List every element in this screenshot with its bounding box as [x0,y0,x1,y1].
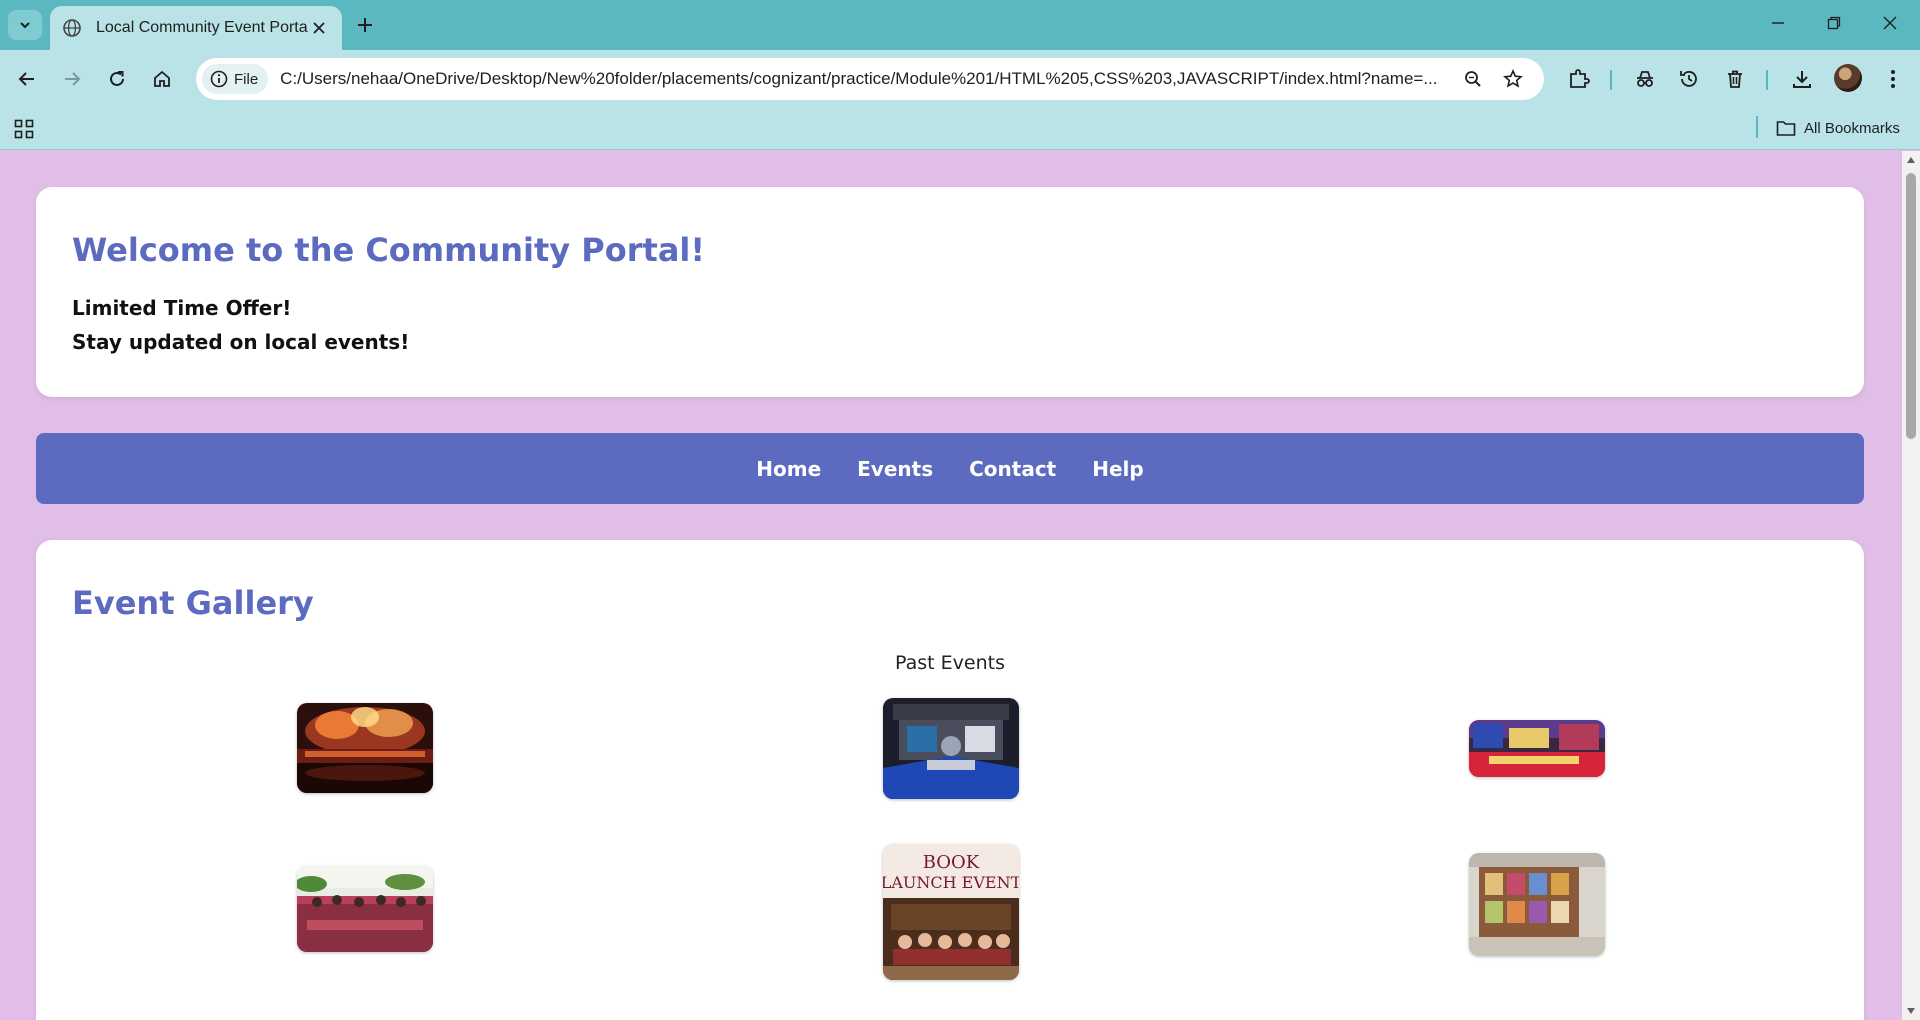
bookmarks-separator [1756,116,1758,138]
arrow-left-icon [18,72,34,86]
delete-button[interactable] [1718,62,1752,96]
close-icon [1883,16,1897,30]
chevron-down-icon [20,22,30,29]
bookmarks-bar: All Bookmarks [0,108,1920,150]
main-nav: Home Events Contact Help [36,433,1864,504]
new-tab-button[interactable] [350,10,380,40]
menu-button[interactable] [1876,62,1910,96]
apps-grid-icon[interactable] [14,119,34,139]
toolbar-separator [1610,70,1612,90]
trash-icon [1728,70,1742,88]
reload-icon [110,71,124,86]
home-button[interactable] [145,62,179,96]
extensions-button[interactable] [1562,62,1596,96]
nav-link-events[interactable]: Events [857,457,933,481]
history-icon [1680,71,1697,87]
site-info-chip[interactable]: File [202,64,269,94]
concert-fireworks-image[interactable] [297,703,433,793]
page-scrollbar[interactable] [1902,151,1920,1020]
gallery-heading: Event Gallery [72,584,314,622]
scroll-up-icon[interactable] [1906,155,1916,165]
tab-close-button[interactable] [308,17,330,39]
nav-link-contact[interactable]: Contact [969,457,1056,481]
tab-strip: Local Community Event Portal [0,0,1920,50]
book-launch-image[interactable]: BOOK LAUNCH EVENT [883,844,1019,980]
scroll-down-icon[interactable] [1906,1006,1916,1016]
more-vertical-icon [1891,70,1895,88]
history-button[interactable] [1672,62,1706,96]
nav-link-home[interactable]: Home [756,457,821,481]
address-bar[interactable]: File C:/Users/nehaa/OneDrive/Desktop/New… [196,58,1544,100]
download-icon [1793,71,1811,88]
page-viewport: Welcome to the Community Portal! Limited… [0,151,1902,1020]
festival-crowd-image[interactable] [297,866,433,952]
close-window-button[interactable] [1862,0,1918,46]
book-sign-line2: LAUNCH EVENT [883,873,1019,892]
active-tab[interactable]: Local Community Event Portal [50,6,342,50]
bookmark-star-button[interactable] [1500,66,1526,92]
plus-icon [358,18,372,32]
tab-search-button[interactable] [8,10,42,40]
globe-icon [63,19,81,37]
tab-title: Local Community Event Portal [96,19,308,36]
exhibition-booth-image[interactable] [883,698,1019,799]
reload-button[interactable] [100,62,134,96]
minimize-button[interactable] [1750,0,1806,46]
art-display-image[interactable] [1469,853,1605,956]
restore-button[interactable] [1806,0,1862,46]
folder-icon [1776,121,1796,136]
downloads-button[interactable] [1785,62,1819,96]
star-icon [1503,69,1523,88]
craft-market-image[interactable] [1469,720,1605,777]
zoom-icon [1465,71,1481,87]
browser-toolbar: File C:/Users/nehaa/OneDrive/Desktop/New… [0,50,1920,108]
all-bookmarks-button[interactable]: All Bookmarks [1776,115,1900,141]
minimize-icon [1772,22,1784,24]
home-icon [154,70,170,87]
profile-avatar[interactable] [1834,64,1862,92]
zoom-button[interactable] [1460,66,1486,92]
forward-button[interactable] [55,62,89,96]
header-card: Welcome to the Community Portal! Limited… [36,187,1864,397]
offer-text: Limited Time Offer! [72,296,292,320]
url-text[interactable]: C:/Users/nehaa/OneDrive/Desktop/New%20fo… [280,69,1456,89]
back-button[interactable] [10,62,44,96]
tagline-text: Stay updated on local events! [72,330,410,354]
close-icon [313,22,325,34]
nav-link-help[interactable]: Help [1092,457,1143,481]
book-sign-line1: BOOK [923,852,980,873]
site-chip-label: File [234,70,259,88]
gallery-caption: Past Events [895,652,1005,674]
arrow-right-icon [65,72,81,86]
incognito-button[interactable] [1628,62,1662,96]
welcome-heading: Welcome to the Community Portal! [72,231,705,269]
scrollbar-thumb[interactable] [1906,173,1916,439]
gallery-card: Event Gallery Past Events BOOK LAUNCH EV… [36,540,1864,1020]
incognito-icon [1637,71,1653,87]
toolbar-separator [1766,70,1768,90]
restore-icon [1827,16,1841,30]
puzzle-icon [1570,69,1590,88]
all-bookmarks-label: All Bookmarks [1804,119,1900,137]
info-icon [210,70,228,88]
